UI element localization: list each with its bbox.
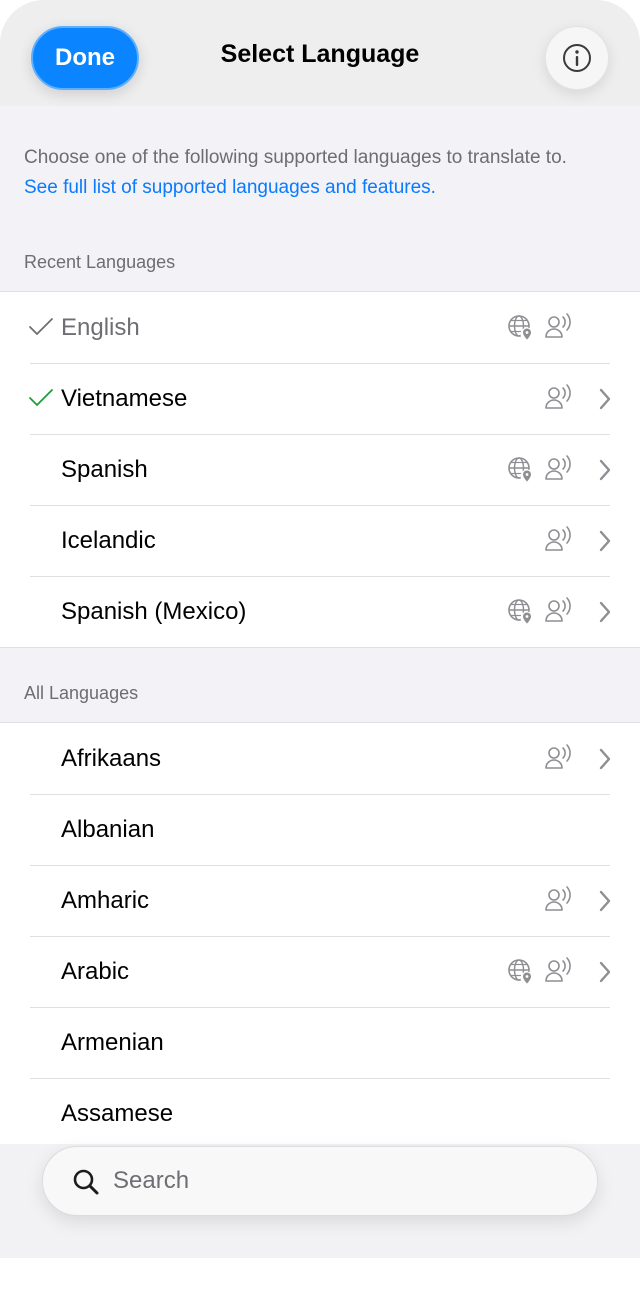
language-row[interactable]: Assamese <box>0 1078 640 1149</box>
chevron-right-icon[interactable] <box>598 601 612 623</box>
chevron-right-icon[interactable] <box>598 890 612 912</box>
language-label: Albanian <box>61 815 155 843</box>
speech-icon <box>545 957 571 982</box>
speech-icon <box>545 313 571 338</box>
language-row[interactable]: Albanian <box>0 794 640 865</box>
chevron-right-icon[interactable] <box>598 530 612 552</box>
search-placeholder: Search <box>113 1167 190 1194</box>
chevron-right-icon[interactable] <box>598 961 612 983</box>
home-indicator-area <box>0 1258 640 1309</box>
all-languages-list: Afrikaans Albanian Amharic Arabic Armenian As… <box>0 722 640 1150</box>
recent-languages-header: Recent Languages <box>24 252 176 272</box>
chevron-right-icon[interactable] <box>598 748 612 770</box>
language-label: Spanish <box>61 455 148 483</box>
offline-globe-icon <box>508 599 534 625</box>
info-icon <box>563 44 591 72</box>
chevron-right-icon[interactable] <box>598 388 612 410</box>
language-label: Amharic <box>61 886 150 914</box>
language-label: Icelandic <box>61 526 156 554</box>
language-label: Vietnamese <box>61 384 188 412</box>
search-field[interactable]: Search <box>42 1146 598 1216</box>
speech-icon <box>545 597 571 622</box>
info-button[interactable] <box>545 26 609 90</box>
language-label: Assamese <box>61 1099 174 1127</box>
language-row[interactable]: Spanish (Mexico) <box>0 576 640 647</box>
chevron-right-icon[interactable] <box>598 459 612 481</box>
language-label: English <box>61 313 140 341</box>
language-sheet: Done Select Language Choose one of the f… <box>0 0 640 1309</box>
header: Done Select Language <box>0 0 640 106</box>
speech-icon <box>545 744 571 769</box>
checkmark-icon <box>29 318 53 335</box>
offline-globe-icon <box>508 315 534 341</box>
offline-globe-icon <box>508 959 534 985</box>
speech-icon <box>545 455 571 480</box>
language-row[interactable]: Icelandic <box>0 505 640 576</box>
speech-icon <box>545 886 571 911</box>
offline-globe-icon <box>508 457 534 483</box>
language-label: Armenian <box>61 1028 164 1056</box>
language-row[interactable]: Vietnamese <box>0 363 640 434</box>
language-label: Afrikaans <box>61 744 162 772</box>
language-row[interactable]: Afrikaans <box>0 723 640 794</box>
language-row[interactable]: Armenian <box>0 1007 640 1078</box>
all-languages-header: All Languages <box>24 683 139 703</box>
language-row[interactable]: English <box>0 292 640 363</box>
search-icon <box>73 1169 99 1195</box>
recent-languages-list: English Vietnamese Spanish Icelandic Spanish… <box>0 291 640 648</box>
checkmark-icon <box>29 389 53 406</box>
speech-icon <box>545 526 571 551</box>
language-row[interactable]: Arabic <box>0 936 640 1007</box>
language-row[interactable]: Spanish <box>0 434 640 505</box>
speech-icon <box>545 384 571 409</box>
intro-description: Choose one of the following supported la… <box>24 147 567 168</box>
supported-languages-link[interactable]: See full list of supported languages and… <box>24 173 624 203</box>
language-label: Spanish (Mexico) <box>61 597 247 625</box>
language-label: Arabic <box>61 957 130 985</box>
intro-text: Choose one of the following supported la… <box>24 143 624 203</box>
language-row[interactable]: Amharic <box>0 865 640 936</box>
page-title: Select Language <box>220 40 420 68</box>
